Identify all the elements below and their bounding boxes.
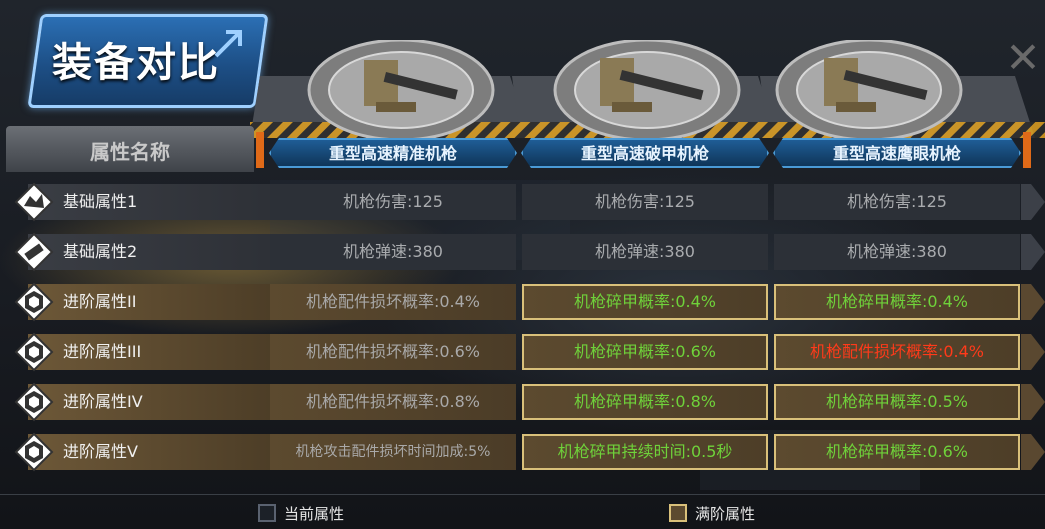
row-label: 基础属性2 [63,242,138,261]
row-end-chevron [1021,284,1045,320]
property-name-header: 属性名称 [6,126,254,172]
value-cell-max: 机枪碎甲概率:0.6% [522,334,768,370]
row-end-chevron [1021,384,1045,420]
value-cell-max: 机枪配件损坏概率:0.4% [774,334,1020,370]
value-cell: 机枪伤害:125 [270,184,516,220]
table-row: 进阶属性III 机枪配件损坏概率:0.6% 机枪碎甲概率:0.6% 机枪配件损坏… [14,332,1045,372]
divider [0,494,1045,495]
value-cell-max: 机枪碎甲概率:0.6% [774,434,1020,470]
value-cell: 机枪伤害:125 [774,184,1020,220]
column-header-1: 重型高速精准机枪 [269,138,517,168]
row-label: 进阶属性II [63,292,137,311]
table-row: 基础属性1 机枪伤害:125 机枪伤害:125 机枪伤害:125 [14,182,1045,222]
weapon-image-3 [775,40,963,140]
row-end-chevron [1021,234,1045,270]
row-end-chevron [1021,184,1045,220]
value-cell-max: 机枪碎甲概率:0.4% [774,284,1020,320]
hexagon-gear-icon [14,382,54,422]
row-label: 进阶属性IV [63,392,143,411]
column-divider [256,132,264,168]
hexagon-gear-icon [14,332,54,372]
legend-label: 当前属性 [284,505,345,523]
hexagon-gear-icon [14,282,54,322]
page-title: 装备对比 [52,40,220,86]
value-cell: 机枪弹速:380 [774,234,1020,270]
table-row: 基础属性2 机枪弹速:380 机枪弹速:380 机枪弹速:380 [14,232,1045,272]
weapon-image-2 [553,40,741,140]
bullet-icon [14,232,54,272]
weapon-image-1 [307,40,495,140]
value-cell-max: 机枪碎甲概率:0.8% [522,384,768,420]
column-header-3: 重型高速鹰眼机枪 [773,138,1021,168]
table-row: 进阶属性II 机枪配件损坏概率:0.4% 机枪碎甲概率:0.4% 机枪碎甲概率:… [14,282,1045,322]
value-cell-max: 机枪碎甲持续时间:0.5秒 [522,434,768,470]
value-cell: 机枪配件损坏概率:0.6% [270,334,516,370]
table-row: 进阶属性IV 机枪配件损坏概率:0.8% 机枪碎甲概率:0.8% 机枪碎甲概率:… [14,382,1045,422]
column-divider [1023,132,1031,168]
arrow-up-right-icon [214,30,242,58]
row-end-chevron [1021,334,1045,370]
value-cell: 机枪配件损坏概率:0.8% [270,384,516,420]
value-cell: 机枪配件损坏概率:0.4% [270,284,516,320]
value-cell: 机枪弹速:380 [270,234,516,270]
column-header-2: 重型高速破甲机枪 [521,138,769,168]
row-end-chevron [1021,434,1045,470]
value-cell: 机枪攻击配件损坏时间加成:5% [270,434,516,470]
broken-tank-icon [14,182,54,222]
value-cell-max: 机枪碎甲概率:0.4% [522,284,768,320]
value-cell-max: 机枪碎甲概率:0.5% [774,384,1020,420]
value-cell: 机枪伤害:125 [522,184,768,220]
legend-swatch-max [669,504,687,522]
table-row: 进阶属性V 机枪攻击配件损坏时间加成:5% 机枪碎甲持续时间:0.5秒 机枪碎甲… [14,432,1045,472]
row-label: 进阶属性V [63,442,138,461]
value-cell: 机枪弹速:380 [522,234,768,270]
row-label: 进阶属性III [63,342,142,361]
legend-swatch-current [258,504,276,522]
hexagon-gear-icon [14,432,54,472]
row-label: 基础属性1 [63,192,138,211]
legend-label: 满阶属性 [695,505,756,523]
